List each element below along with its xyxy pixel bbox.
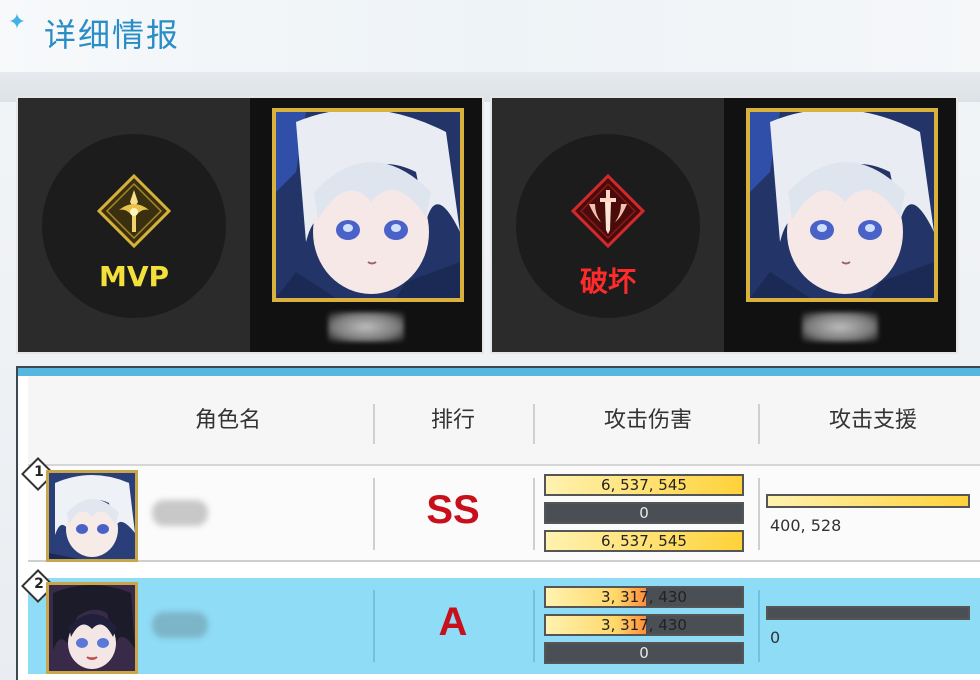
sword-emblem-icon <box>571 174 645 248</box>
avatar <box>46 470 138 562</box>
character-avatar-art <box>49 473 135 559</box>
damage-bar: 0 <box>544 502 744 524</box>
player-name-redacted <box>152 612 208 638</box>
column-separator <box>758 404 760 444</box>
award-badge-area: MVP <box>18 98 250 352</box>
award-portrait-area <box>250 98 482 352</box>
awards-panel: MVP 破坏 <box>16 96 980 354</box>
award-card-mvp[interactable]: MVP <box>16 96 484 354</box>
column-separator <box>533 404 535 444</box>
damage-bar: 3, 317, 430 <box>544 614 744 636</box>
column-header-damage: 攻击伤害 <box>603 408 692 433</box>
grade-badge: A <box>438 600 468 644</box>
column-separator <box>758 478 760 550</box>
support-bar <box>766 606 970 620</box>
support-value: 0 <box>770 628 781 647</box>
character-portrait <box>746 108 938 302</box>
award-badge-circle: MVP <box>42 134 226 318</box>
table-row[interactable]: 2 A 3, 317, 430 3, 317, 430 0 0 <box>21 569 980 674</box>
rank-number: 2 <box>34 576 44 592</box>
damage-value: 0 <box>639 504 649 522</box>
player-name-redacted <box>802 312 878 342</box>
damage-bar: 6, 537, 545 <box>544 474 744 496</box>
award-badge-area: 破坏 <box>492 98 724 352</box>
character-art <box>750 112 934 298</box>
damage-bar: 3, 317, 430 <box>544 586 744 608</box>
column-header-support: 攻击支援 <box>828 408 917 433</box>
support-bar-fill <box>768 496 968 506</box>
damage-value: 3, 317, 430 <box>601 588 687 606</box>
sparkle-icon: ✦ <box>7 10 27 35</box>
damage-bar: 6, 537, 545 <box>544 530 744 552</box>
award-label: MVP <box>98 260 170 293</box>
column-separator <box>373 478 375 550</box>
support-bar <box>766 494 970 508</box>
damage-bar: 0 <box>544 642 744 664</box>
mvp-emblem-icon <box>97 174 171 248</box>
avatar <box>46 582 138 674</box>
player-name-redacted <box>152 500 208 526</box>
damage-value: 3, 317, 430 <box>601 616 687 634</box>
character-portrait <box>272 108 464 302</box>
column-separator <box>758 590 760 662</box>
damage-value: 0 <box>639 644 649 662</box>
grade-badge: SS <box>426 488 480 532</box>
stats-table: 角色名 排行 攻击伤害 攻击支援 1 SS 6, 537, 545 0 6, 5… <box>16 366 980 680</box>
header: ✦ 详细情报 <box>0 0 980 72</box>
column-header-character: 角色名 <box>194 408 261 433</box>
table-header: 角色名 排行 攻击伤害 攻击支援 <box>28 376 980 466</box>
column-separator <box>533 590 535 662</box>
column-header-rank: 排行 <box>430 408 475 433</box>
support-value: 400, 528 <box>770 516 842 535</box>
award-label: 破坏 <box>579 265 636 298</box>
column-separator <box>373 590 375 662</box>
award-badge-circle: 破坏 <box>516 134 700 318</box>
column-separator <box>533 478 535 550</box>
table-row[interactable]: 1 SS 6, 537, 545 0 6, 537, 545 400, 528 <box>21 457 980 562</box>
rank-number: 1 <box>34 464 44 480</box>
column-separator <box>373 404 375 444</box>
page-title: 详细情报 <box>44 16 181 54</box>
character-avatar-art <box>49 585 135 671</box>
character-art <box>276 112 460 298</box>
damage-value: 6, 537, 545 <box>601 532 687 550</box>
player-name-redacted <box>328 312 404 342</box>
award-portrait-area <box>724 98 956 352</box>
damage-value: 6, 537, 545 <box>601 476 687 494</box>
award-card-destroy[interactable]: 破坏 <box>490 96 958 354</box>
